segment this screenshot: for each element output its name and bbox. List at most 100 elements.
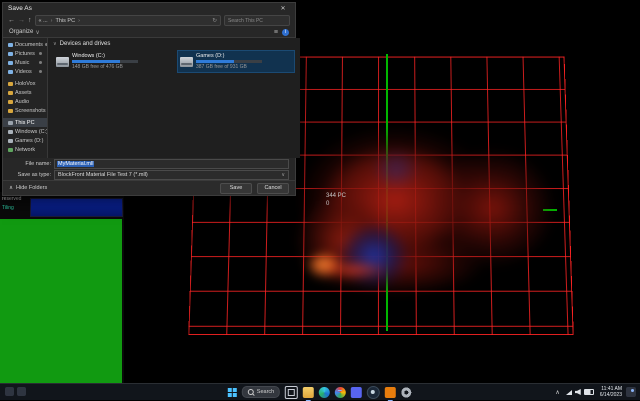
drive-free-space: 148 GB free of 476 GB bbox=[72, 64, 138, 70]
refresh-icon[interactable]: ↻ bbox=[212, 18, 217, 24]
notification-button[interactable] bbox=[626, 387, 636, 397]
chevron-up-icon: ∧ bbox=[9, 185, 13, 191]
hide-folders-label: Hide Folders bbox=[16, 185, 47, 191]
sidebar-item-music[interactable]: Music bbox=[3, 58, 47, 67]
browser-icon[interactable] bbox=[335, 387, 346, 398]
sidebar-item-assets[interactable]: Assets bbox=[3, 88, 47, 97]
drive-tile-games-d[interactable]: Games (D:) 387 GB free of 931 GB bbox=[177, 50, 295, 73]
sidebar-item-holovox[interactable]: HoloVox bbox=[3, 79, 47, 88]
start-icon[interactable] bbox=[228, 388, 237, 397]
battery-icon bbox=[584, 389, 594, 395]
discord-icon[interactable] bbox=[351, 387, 362, 398]
tray-chevron-icon[interactable]: ∧ bbox=[555, 389, 559, 396]
sidebar-item-label: Assets bbox=[15, 90, 32, 96]
viewport-stats: 344 PC 0 bbox=[326, 192, 346, 208]
sidebar-item-pictures[interactable]: Pictures bbox=[3, 49, 47, 58]
sidebar-item-network[interactable]: Network bbox=[3, 145, 47, 154]
sidebar-item-label: Documents bbox=[15, 42, 43, 48]
sidebar-item-label: Music bbox=[15, 60, 29, 66]
filename-input[interactable]: MyMaterial.mll bbox=[54, 159, 289, 169]
savetype-value: BlockFront Material File Test 7 (*.mll) bbox=[58, 172, 148, 178]
task-view-icon[interactable] bbox=[285, 386, 298, 399]
drive-tile-windows-c[interactable]: Windows (C:) 148 GB free of 476 GB bbox=[53, 50, 171, 73]
sidebar-item-label: This PC bbox=[15, 120, 35, 126]
savetype-label: Save as type: bbox=[9, 172, 51, 178]
widgets-icon[interactable] bbox=[5, 387, 14, 396]
viewport-stat-line: 0 bbox=[326, 200, 346, 208]
sidebar-item-label: Games (D:) bbox=[15, 138, 43, 144]
chevron-down-icon: ∨ bbox=[35, 29, 39, 36]
blue-color-swatch[interactable] bbox=[30, 198, 123, 217]
taskbar-search[interactable]: Search bbox=[242, 386, 280, 398]
file-explorer-icon[interactable] bbox=[303, 387, 314, 398]
sidebar-item-games-d[interactable]: Games (D:) bbox=[3, 136, 47, 145]
network-icon bbox=[8, 148, 13, 152]
save-as-dialog: Save As ✕ ← → ↑ « ... › This PC › ↻ Sear… bbox=[2, 2, 296, 196]
save-button[interactable]: Save bbox=[220, 183, 252, 194]
drive-icon bbox=[180, 57, 193, 67]
green-preview-swatch[interactable] bbox=[0, 219, 122, 384]
close-icon[interactable]: ✕ bbox=[276, 5, 290, 12]
filename-row: File name: MyMaterial.mll bbox=[3, 158, 295, 169]
search-input[interactable]: Search This PC bbox=[224, 15, 290, 26]
search-placeholder: Search This PC bbox=[228, 18, 263, 24]
savetype-dropdown[interactable]: BlockFront Material File Test 7 (*.mll) … bbox=[54, 170, 289, 180]
desktop-peek-icon[interactable] bbox=[17, 387, 26, 396]
dialog-titlebar[interactable]: Save As ✕ bbox=[3, 3, 295, 14]
sidebar-item-this-pc[interactable]: This PC bbox=[3, 118, 47, 127]
organize-button[interactable]: Organize bbox=[9, 29, 33, 35]
folder-icon bbox=[8, 61, 13, 65]
paint-app-icon[interactable] bbox=[385, 387, 396, 398]
search-icon bbox=[248, 389, 254, 395]
drive-usage-bar bbox=[196, 60, 262, 63]
chevron-down-icon: ∨ bbox=[281, 172, 285, 178]
edge-icon[interactable] bbox=[319, 387, 330, 398]
section-header[interactable]: ∨ Devices and drives bbox=[53, 41, 295, 47]
sidebar-item-documents[interactable]: Documents bbox=[3, 40, 47, 49]
drive-icon bbox=[8, 130, 13, 134]
clock-date: 6/14/2023 bbox=[600, 392, 622, 398]
sidebar-item-audio[interactable]: Audio bbox=[3, 97, 47, 106]
drive-name: Windows (C:) bbox=[72, 53, 138, 59]
system-tray[interactable] bbox=[564, 389, 596, 395]
steam-icon[interactable] bbox=[367, 386, 380, 399]
chevron-down-icon: ∨ bbox=[53, 41, 57, 47]
forward-icon[interactable]: → bbox=[18, 17, 25, 24]
pin-icon bbox=[39, 61, 42, 64]
breadcrumb-caret-icon: › bbox=[78, 18, 80, 24]
volume-icon bbox=[575, 389, 581, 395]
dialog-nav-row: ← → ↑ « ... › This PC › ↻ Search This PC bbox=[3, 14, 295, 27]
sidebar-item-windows-c[interactable]: Windows (C:) bbox=[3, 127, 47, 136]
hide-folders-button[interactable]: ∧ Hide Folders bbox=[9, 185, 47, 191]
sidebar-item-label: Pictures bbox=[15, 51, 35, 57]
back-icon[interactable]: ← bbox=[8, 17, 15, 24]
settings-icon[interactable] bbox=[401, 387, 412, 398]
drive-usage-bar bbox=[72, 60, 138, 63]
section-header-label: Devices and drives bbox=[60, 41, 111, 47]
wifi-icon bbox=[566, 390, 572, 395]
sidebar-item-label: Windows (C:) bbox=[15, 129, 48, 135]
cancel-button[interactable]: Cancel bbox=[257, 183, 289, 194]
sidebar-item-videos[interactable]: Videos bbox=[3, 67, 47, 76]
dialog-sidebar: Documents Pictures Music Videos bbox=[3, 38, 48, 158]
view-options-icon[interactable]: ≡ bbox=[274, 29, 278, 36]
folder-icon bbox=[8, 100, 13, 104]
filename-value: MyMaterial.mll bbox=[57, 161, 94, 167]
breadcrumb-prefix[interactable]: « ... bbox=[39, 18, 48, 24]
taskbar: Search ∧ 11:41 AM 6/14/2023 bbox=[0, 383, 640, 400]
viewport-stat-line: 344 PC bbox=[326, 192, 346, 200]
dialog-toolbar: Organize ∨ ≡ i bbox=[3, 27, 295, 38]
folder-icon bbox=[8, 109, 13, 113]
breadcrumb-this-pc[interactable]: This PC bbox=[56, 18, 76, 24]
filename-label: File name: bbox=[9, 161, 51, 167]
panel-label: reserved bbox=[2, 196, 21, 202]
info-icon[interactable]: i bbox=[282, 29, 289, 36]
clock[interactable]: 11:41 AM 6/14/2023 bbox=[600, 386, 622, 398]
sidebar-item-screenshots[interactable]: Screenshots bbox=[3, 106, 47, 115]
address-bar[interactable]: « ... › This PC › ↻ bbox=[35, 15, 222, 26]
drive-icon bbox=[56, 57, 69, 67]
dialog-title: Save As bbox=[8, 5, 32, 12]
up-icon[interactable]: ↑ bbox=[28, 17, 32, 24]
folder-icon bbox=[8, 82, 13, 86]
dialog-file-area[interactable]: ∨ Devices and drives Windows (C:) 148 GB… bbox=[48, 38, 300, 158]
